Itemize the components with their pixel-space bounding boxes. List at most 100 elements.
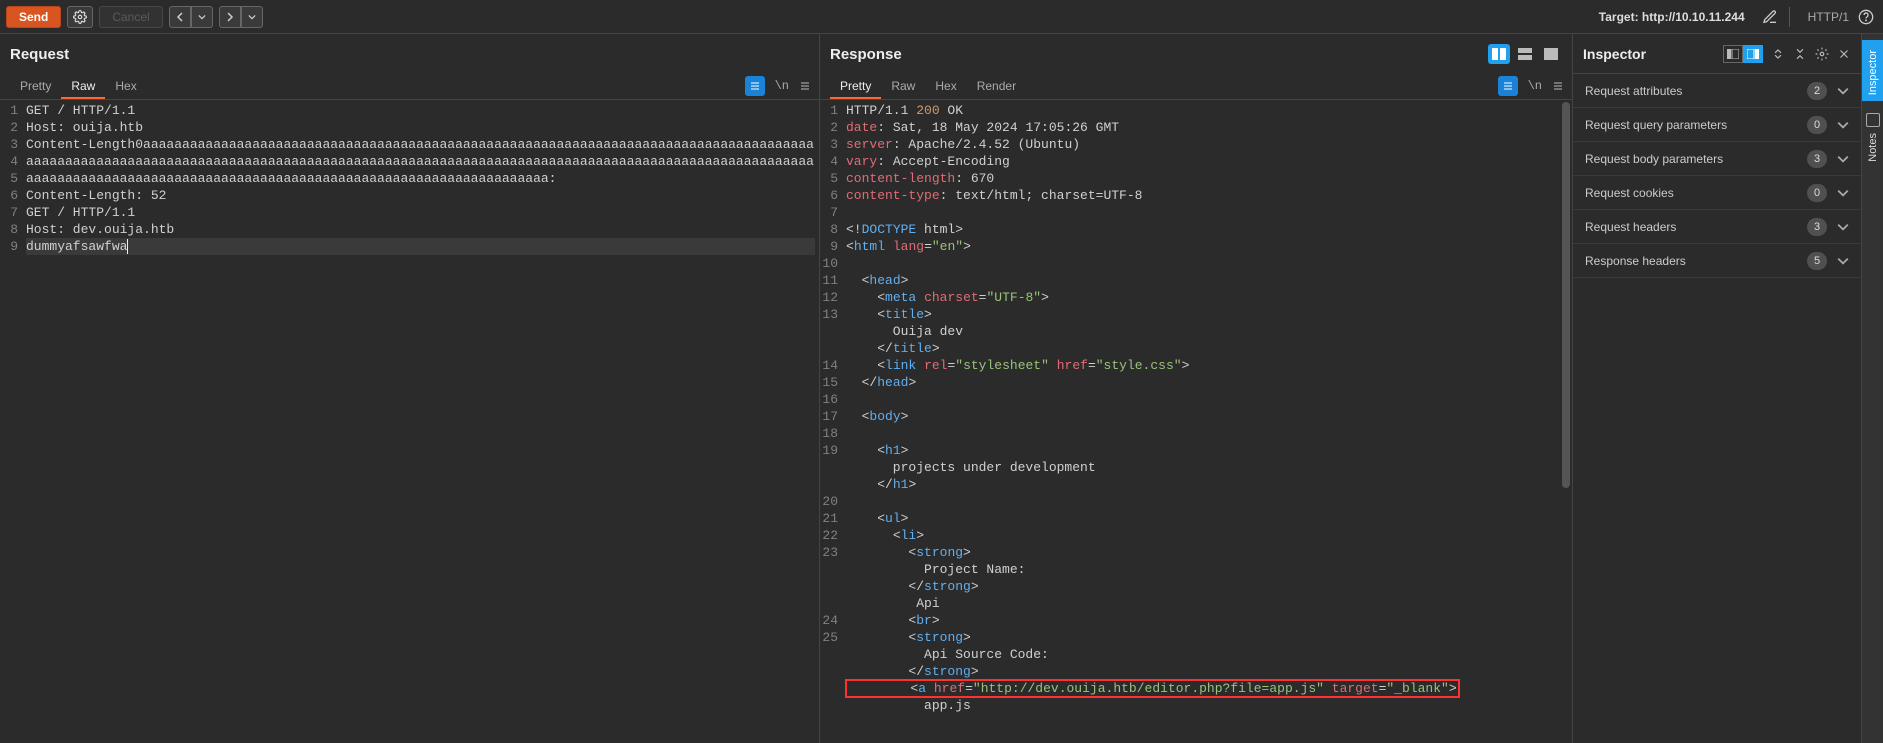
chevron-down-icon: [1837, 221, 1849, 233]
gear-icon: [73, 10, 87, 24]
response-line[interactable]: [846, 493, 1568, 510]
response-line[interactable]: [846, 255, 1568, 272]
request-panel: Request Pretty Raw Hex \n 123456789 GET …: [0, 34, 820, 743]
response-line[interactable]: date: Sat, 18 May 2024 17:05:26 GMT: [846, 119, 1568, 136]
inspector-row-count: 0: [1807, 116, 1827, 134]
response-line[interactable]: <a href="http://dev.ouija.htb/editor.php…: [846, 680, 1568, 697]
response-line[interactable]: </head>: [846, 374, 1568, 391]
response-line[interactable]: </strong>: [846, 663, 1568, 680]
inspector-close-icon[interactable]: [1837, 47, 1851, 61]
response-line[interactable]: </title>: [846, 340, 1568, 357]
inspector-layout-right[interactable]: [1743, 45, 1763, 63]
request-line[interactable]: Content-Length0aaaaaaaaaaaaaaaaaaaaaaaaa…: [26, 136, 815, 187]
back-button[interactable]: [169, 6, 191, 28]
http-version-label[interactable]: HTTP/1: [1808, 10, 1849, 24]
response-line[interactable]: <html lang="en">: [846, 238, 1568, 255]
inspector-row-count: 2: [1807, 82, 1827, 100]
response-line[interactable]: [846, 391, 1568, 408]
help-button[interactable]: [1855, 6, 1877, 28]
response-line[interactable]: [846, 425, 1568, 442]
top-toolbar: Send Cancel Target: http://10.10.11.244 …: [0, 0, 1883, 34]
inspector-row-count: 5: [1807, 252, 1827, 270]
settings-button[interactable]: [67, 6, 93, 28]
inspector-row[interactable]: Response headers5: [1573, 244, 1861, 278]
divider: [1789, 7, 1790, 27]
inspector-row[interactable]: Request headers3: [1573, 210, 1861, 244]
request-line[interactable]: Host: ouija.htb: [26, 119, 815, 136]
newline-toggle[interactable]: \n: [775, 79, 789, 93]
side-rail-inspector[interactable]: Inspector: [1862, 40, 1883, 101]
inspector-row[interactable]: Request body parameters3: [1573, 142, 1861, 176]
response-line[interactable]: </h1>: [846, 476, 1568, 493]
response-tab-raw[interactable]: Raw: [881, 75, 925, 99]
request-line[interactable]: GET / HTTP/1.1: [26, 204, 815, 221]
response-line[interactable]: projects under development: [846, 459, 1568, 476]
response-line[interactable]: app.js: [846, 697, 1568, 714]
request-tab-raw[interactable]: Raw: [61, 75, 105, 99]
scrollbar[interactable]: [1562, 102, 1570, 488]
expand-all-icon[interactable]: [1771, 47, 1785, 61]
response-tab-render[interactable]: Render: [967, 75, 1026, 99]
inspector-row[interactable]: Request query parameters0: [1573, 108, 1861, 142]
edit-target-button[interactable]: [1759, 6, 1781, 28]
inspector-row[interactable]: Request attributes2: [1573, 74, 1861, 108]
response-line[interactable]: Ouija dev: [846, 323, 1568, 340]
layout-rows-button[interactable]: [1514, 44, 1536, 64]
response-line[interactable]: <h1>: [846, 442, 1568, 459]
response-line[interactable]: <head>: [846, 272, 1568, 289]
response-line[interactable]: content-type: text/html; charset=UTF-8: [846, 187, 1568, 204]
response-line[interactable]: Api Source Code:: [846, 646, 1568, 663]
inspector-row[interactable]: Request cookies0: [1573, 176, 1861, 210]
chevron-down-icon: [1837, 187, 1849, 199]
forward-button[interactable]: [219, 6, 241, 28]
response-line[interactable]: <meta charset="UTF-8">: [846, 289, 1568, 306]
response-tab-pretty[interactable]: Pretty: [830, 75, 881, 99]
response-editor[interactable]: 1234567891011121314151617181920212223242…: [820, 100, 1572, 743]
layout-columns-button[interactable]: [1488, 44, 1510, 64]
inspector-layout-left[interactable]: [1723, 45, 1743, 63]
response-line[interactable]: <link rel="stylesheet" href="style.css">: [846, 357, 1568, 374]
response-line[interactable]: <strong>: [846, 629, 1568, 646]
request-editor[interactable]: 123456789 GET / HTTP/1.1Host: ouija.htbC…: [0, 100, 819, 743]
response-line[interactable]: <body>: [846, 408, 1568, 425]
response-line[interactable]: Project Name:: [846, 561, 1568, 578]
chevron-down-icon: [1837, 119, 1849, 131]
side-rail-notes[interactable]: Notes: [1862, 107, 1883, 168]
response-line[interactable]: <br>: [846, 612, 1568, 629]
request-line[interactable]: dummyafsawfwa: [26, 238, 815, 255]
cancel-button[interactable]: Cancel: [99, 6, 162, 28]
response-line[interactable]: server: Apache/2.4.52 (Ubuntu): [846, 136, 1568, 153]
inspector-settings-icon[interactable]: [1815, 47, 1829, 61]
side-rail: Inspector Notes: [1861, 34, 1883, 743]
response-newline-toggle[interactable]: \n: [1528, 79, 1542, 93]
view-options-button[interactable]: [799, 80, 811, 92]
response-line[interactable]: <title>: [846, 306, 1568, 323]
response-line[interactable]: content-length: 670: [846, 170, 1568, 187]
response-line[interactable]: </strong>: [846, 578, 1568, 595]
response-tab-hex[interactable]: Hex: [925, 75, 966, 99]
inspector-row-count: 3: [1807, 150, 1827, 168]
response-line[interactable]: <li>: [846, 527, 1568, 544]
collapse-all-icon[interactable]: [1793, 47, 1807, 61]
request-title: Request: [10, 46, 69, 63]
request-tab-pretty[interactable]: Pretty: [10, 75, 61, 99]
response-line[interactable]: Api: [846, 595, 1568, 612]
response-line[interactable]: <ul>: [846, 510, 1568, 527]
send-button[interactable]: Send: [6, 6, 61, 28]
response-line[interactable]: [846, 204, 1568, 221]
response-line[interactable]: vary: Accept-Encoding: [846, 153, 1568, 170]
notes-icon: [1866, 113, 1880, 127]
response-line[interactable]: <!DOCTYPE html>: [846, 221, 1568, 238]
response-view-options-button[interactable]: [1552, 80, 1564, 92]
back-menu-button[interactable]: [191, 6, 213, 28]
request-line[interactable]: Host: dev.ouija.htb: [26, 221, 815, 238]
actions-button[interactable]: [745, 76, 765, 96]
request-line[interactable]: Content-Length: 52: [26, 187, 815, 204]
response-line[interactable]: <strong>: [846, 544, 1568, 561]
request-line[interactable]: GET / HTTP/1.1: [26, 102, 815, 119]
request-tab-hex[interactable]: Hex: [105, 75, 146, 99]
forward-menu-button[interactable]: [241, 6, 263, 28]
response-line[interactable]: HTTP/1.1 200 OK: [846, 102, 1568, 119]
layout-single-button[interactable]: [1540, 44, 1562, 64]
response-actions-button[interactable]: [1498, 76, 1518, 96]
